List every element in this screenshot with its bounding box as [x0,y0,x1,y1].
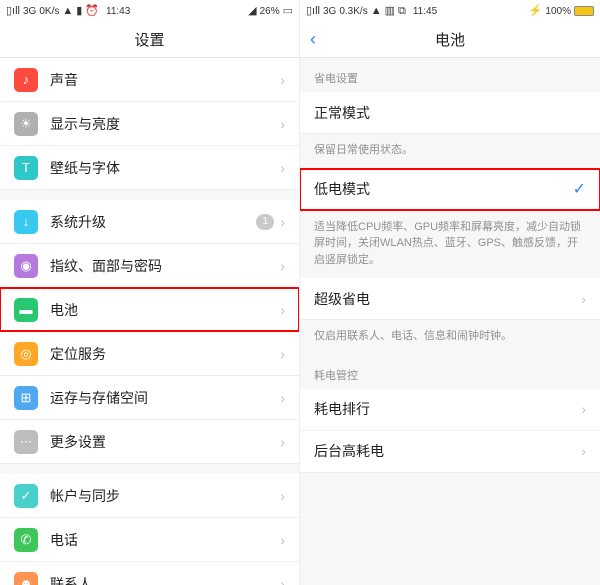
battery-percent: 100% [545,6,571,17]
chevron-right-icon: › [280,532,285,548]
settings-row-sound[interactable]: ♪ 声音› [0,58,299,102]
location-icon: ◎ [14,342,38,366]
row-label: 电话 [50,530,280,550]
chevron-right-icon: › [581,443,586,459]
chevron-right-icon: › [280,302,285,318]
settings-row-storage[interactable]: ⊞ 运存与存储空间› [0,376,299,420]
chevron-right-icon: › [280,258,285,274]
chevron-right-icon: › [280,434,285,450]
normal-mode-label: 正常模式 [314,103,586,123]
network-type: 3G [323,6,336,17]
title-bar: 设置 [0,22,299,58]
warning-icon: ▲ [371,6,382,17]
row-label: 电池 [50,300,280,320]
settings-row-more[interactable]: ⋯ 更多设置› [0,420,299,464]
settings-row-location[interactable]: ◎ 定位服务› [0,332,299,376]
settings-list[interactable]: ♪声音›☀显示与亮度›T壁纸与字体› ↓系统升级1›◉指纹、面部与密码›▬电池›… [0,58,299,585]
battery-settings[interactable]: 省电设置 正常模式 保留日常使用状态。 低电模式 ✓ 适当降低CPU频率、GPU… [300,58,600,585]
screenshot-icon: ⧉ [398,6,406,17]
badge: 1 [256,214,274,230]
alarm-icon: ⏰ [85,6,99,17]
status-bar: ▯ıll 3G 0K/s ▲ ▮ ⏰ 11:43 ◢ 26% ▭ [0,0,299,22]
chevron-right-icon: › [280,346,285,362]
settings-row-system-update[interactable]: ↓ 系统升级1 › [0,200,299,244]
bg-high-usage-row[interactable]: 后台高耗电 › [300,431,600,473]
battery-icon: ▭ [283,6,293,17]
battery-icon [574,6,594,16]
chevron-right-icon: › [280,116,285,132]
row-label: 运存与存储空间 [50,388,280,408]
phone-app-icon: ✆ [14,528,38,552]
chevron-right-icon: › [280,214,285,230]
battery-screen: ▯ıll 3G 0.3K/s ▲ ▥ ⧉ 11:45 ⚡ 100% ‹ 电池 省… [300,0,600,585]
chevron-right-icon: › [280,160,285,176]
card-icon: ▥ [385,6,395,17]
sound-icon: ♪ [14,68,38,92]
chevron-right-icon: › [581,291,586,307]
bg-high-usage-label: 后台高耗电 [314,441,581,461]
section-power-saving: 省电设置 [300,58,600,92]
normal-mode-desc: 保留日常使用状态。 [300,134,600,169]
clock: 11:45 [413,6,437,17]
usage-ranking-label: 耗电排行 [314,399,581,419]
super-save-row[interactable]: 超级省电 › [300,278,600,320]
check-icon: ✓ [573,179,586,199]
row-label: 声音 [50,70,280,90]
back-button[interactable]: ‹ [310,29,316,50]
battery-percent: 26% [260,6,280,17]
settings-row-battery[interactable]: ▬ 电池› [0,288,299,332]
settings-row-fingerprint[interactable]: ◉ 指纹、面部与密码› [0,244,299,288]
system-update-icon: ↓ [14,210,38,234]
low-power-mode-row[interactable]: 低电模式 ✓ [300,169,600,211]
contacts-icon: ☻ [14,572,38,585]
page-title: 电池 [435,29,465,50]
chevron-right-icon: › [280,576,285,585]
chevron-right-icon: › [280,390,285,406]
row-label: 壁纸与字体 [50,158,280,178]
settings-row-display[interactable]: ☀ 显示与亮度› [0,102,299,146]
usage-ranking-row[interactable]: 耗电排行 › [300,389,600,431]
low-power-mode-desc: 适当降低CPU频率、GPU频率和屏幕亮度，减少自动锁屏时间，关闭WLAN热点、蓝… [300,211,600,279]
signal-icon: ▯ıll [6,6,20,17]
chevron-right-icon: › [280,72,285,88]
page-title: 设置 [134,29,164,50]
clock: 11:43 [106,6,130,17]
settings-row-phone-app[interactable]: ✆ 电话› [0,518,299,562]
net-speed: 0K/s [39,6,59,17]
battery-icon: ▬ [14,298,38,322]
network-type: 3G [23,6,36,17]
super-save-desc: 仅启用联系人、电话、信息和闹钟时钟。 [300,320,600,355]
chevron-right-icon: › [280,488,285,504]
wallpaper-icon: T [14,156,38,180]
row-label: 指纹、面部与密码 [50,256,280,276]
chevron-right-icon: › [581,401,586,417]
vibrate-icon: ▮ [76,6,82,17]
wifi-icon: ◢ [248,6,256,17]
display-icon: ☀ [14,112,38,136]
super-save-label: 超级省电 [314,289,581,309]
normal-mode-row[interactable]: 正常模式 [300,92,600,134]
net-speed: 0.3K/s [339,6,367,17]
more-icon: ⋯ [14,430,38,454]
charging-icon: ⚡ [529,6,543,17]
row-label: 定位服务 [50,344,280,364]
account-icon: ✓ [14,484,38,508]
low-power-mode-label: 低电模式 [314,179,573,199]
row-label: 更多设置 [50,432,280,452]
title-bar: ‹ 电池 [300,22,600,58]
fingerprint-icon: ◉ [14,254,38,278]
row-label: 显示与亮度 [50,114,280,134]
row-label: 联系人 [50,574,280,585]
section-power-usage: 耗电管控 [300,355,600,389]
storage-icon: ⊞ [14,386,38,410]
row-label: 系统升级 [50,212,256,232]
settings-screen: ▯ıll 3G 0K/s ▲ ▮ ⏰ 11:43 ◢ 26% ▭ 设置 ♪声音›… [0,0,300,585]
row-label: 帐户与同步 [50,486,280,506]
settings-row-account[interactable]: ✓ 帐户与同步› [0,474,299,518]
settings-row-wallpaper[interactable]: T 壁纸与字体› [0,146,299,190]
status-bar: ▯ıll 3G 0.3K/s ▲ ▥ ⧉ 11:45 ⚡ 100% [300,0,600,22]
warning-icon: ▲ [62,6,73,17]
settings-row-contacts[interactable]: ☻ 联系人› [0,562,299,585]
signal-icon: ▯ıll [306,6,320,17]
